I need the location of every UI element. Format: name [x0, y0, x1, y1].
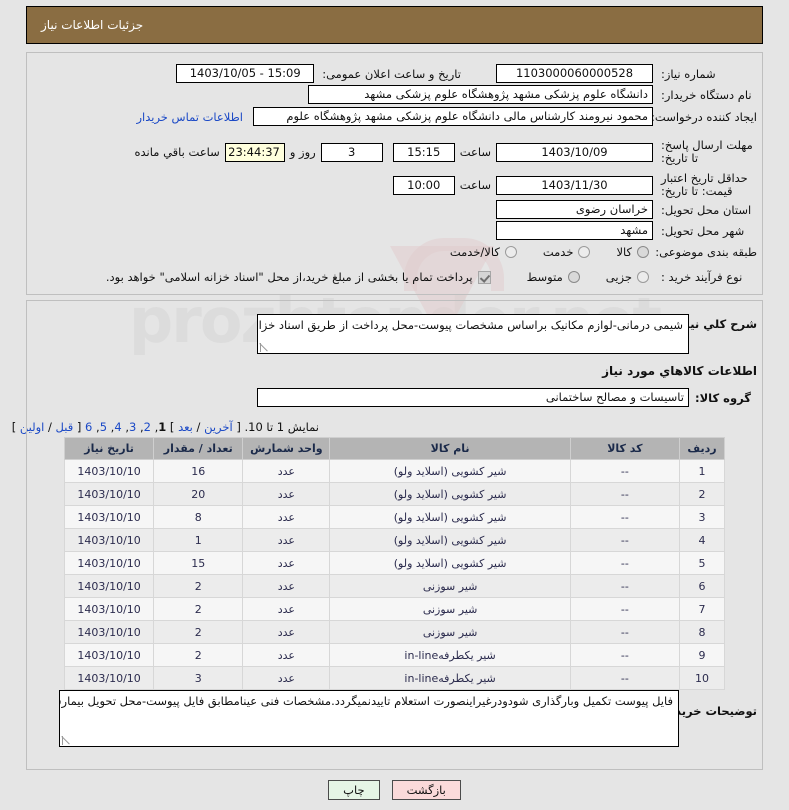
cell-code: --	[569, 459, 680, 483]
cell-qty: 20	[153, 482, 244, 506]
cell-date: 1403/10/10	[63, 574, 155, 598]
table-row: 3 -- شیر کشویی (اسلاید ولو) عدد 8 1403/10/10	[63, 505, 726, 529]
cell-unit: عدد	[242, 597, 331, 621]
table-row: 5 -- شیر کشویی (اسلاید ولو) عدد 15 1403/10/10	[63, 551, 726, 575]
table-row: 4 -- شیر کشویی (اسلاید ولو) عدد 1 1403/10/10	[63, 528, 726, 552]
cell-date: 1403/10/10	[63, 643, 155, 667]
table-header-row: ردیف کد کالا نام کالا واحد شمارش تعداد /…	[63, 437, 726, 460]
cell-date: 1403/10/10	[63, 620, 155, 644]
cell-name: شیر کشویی (اسلاید ولو)	[329, 459, 571, 483]
cell-code: --	[569, 482, 680, 506]
cell-unit: عدد	[242, 505, 331, 529]
cell-date: 1403/10/10	[63, 666, 155, 690]
cell-idx: 1	[678, 459, 726, 483]
cell-unit: عدد	[242, 574, 331, 598]
cell-idx: 4	[678, 528, 726, 552]
cell-qty: 2	[153, 597, 244, 621]
column-header-name: نام کالا	[329, 437, 571, 460]
cell-code: --	[569, 528, 680, 552]
table-row: 7 -- شیر سوزنی عدد 2 1403/10/10	[63, 597, 726, 621]
cell-qty: 8	[153, 505, 244, 529]
cell-name: شیر کشویی (اسلاید ولو)	[329, 505, 571, 529]
cell-qty: 3	[153, 666, 244, 690]
cell-name: شیر کشویی (اسلاید ولو)	[329, 482, 571, 506]
table-row: 8 -- شیر سوزنی عدد 2 1403/10/10	[63, 620, 726, 644]
cell-code: --	[569, 574, 680, 598]
cell-unit: عدد	[242, 643, 331, 667]
table-row: 10 -- شیر یکطرفهin-line عدد 3 1403/10/10	[63, 666, 726, 690]
cell-name: شیر یکطرفهin-line	[329, 666, 571, 690]
cell-qty: 1	[153, 528, 244, 552]
table-row: 6 -- شیر سوزنی عدد 2 1403/10/10	[63, 574, 726, 598]
cell-date: 1403/10/10	[63, 482, 155, 506]
cell-name: شیر یکطرفهin-line	[329, 643, 571, 667]
cell-idx: 9	[678, 643, 726, 667]
cell-code: --	[569, 643, 680, 667]
action-bar: بازگشت چاپ	[0, 770, 789, 810]
cell-date: 1403/10/10	[63, 505, 155, 529]
cell-qty: 2	[153, 643, 244, 667]
cell-unit: عدد	[242, 528, 331, 552]
table-row: 9 -- شیر یکطرفهin-line عدد 2 1403/10/10	[63, 643, 726, 667]
cell-name: شیر کشویی (اسلاید ولو)	[329, 551, 571, 575]
page-title: جزئیات اطلاعات نیاز	[41, 18, 144, 32]
cell-date: 1403/10/10	[63, 459, 155, 483]
table-row: 1 -- شیر کشویی (اسلاید ولو) عدد 16 1403/10/10	[63, 459, 726, 483]
cell-qty: 16	[153, 459, 244, 483]
cell-date: 1403/10/10	[63, 528, 155, 552]
cell-code: --	[569, 505, 680, 529]
cell-date: 1403/10/10	[63, 597, 155, 621]
cell-name: شیر کشویی (اسلاید ولو)	[329, 528, 571, 552]
goods-table: ردیف کد کالا نام کالا واحد شمارش تعداد /…	[63, 437, 726, 690]
cell-unit: عدد	[242, 551, 331, 575]
cell-idx: 7	[678, 597, 726, 621]
cell-idx: 10	[678, 666, 726, 690]
cell-name: شیر سوزنی	[329, 574, 571, 598]
page-header: جزئیات اطلاعات نیاز	[26, 6, 763, 44]
column-header-code: کد کالا	[569, 437, 680, 460]
cell-code: --	[569, 620, 680, 644]
cell-name: شیر سوزنی	[329, 620, 571, 644]
cell-qty: 2	[153, 620, 244, 644]
page-root: prozhtender.net جزئیات اطلاعات نیاز شمار…	[0, 0, 789, 810]
cell-idx: 5	[678, 551, 726, 575]
cell-code: --	[569, 551, 680, 575]
table-row: 2 -- شیر کشویی (اسلاید ولو) عدد 20 1403/10/10	[63, 482, 726, 506]
cell-unit: عدد	[242, 666, 331, 690]
cell-idx: 2	[678, 482, 726, 506]
cell-qty: 15	[153, 551, 244, 575]
cell-code: --	[569, 597, 680, 621]
cell-idx: 3	[678, 505, 726, 529]
pagination-bracket-close-2: ]	[11, 420, 17, 434]
cell-qty: 2	[153, 574, 244, 598]
cell-date: 1403/10/10	[63, 551, 155, 575]
need-info-panel	[26, 52, 763, 295]
column-header-qty: تعداد / مقدار	[153, 437, 244, 460]
table-body: 1 -- شیر کشویی (اسلاید ولو) عدد 16 1403/10/10…	[63, 459, 726, 690]
cell-unit: عدد	[242, 459, 331, 483]
cell-code: --	[569, 666, 680, 690]
cell-name: شیر سوزنی	[329, 597, 571, 621]
cell-unit: عدد	[242, 482, 331, 506]
column-header-index: ردیف	[678, 437, 726, 460]
cell-idx: 6	[678, 574, 726, 598]
cell-idx: 8	[678, 620, 726, 644]
column-header-date: تاریخ نیاز	[63, 437, 155, 460]
column-header-unit: واحد شمارش	[242, 437, 331, 460]
cell-unit: عدد	[242, 620, 331, 644]
back-button[interactable]: بازگشت	[391, 780, 461, 800]
print-button[interactable]: چاپ	[328, 780, 380, 800]
